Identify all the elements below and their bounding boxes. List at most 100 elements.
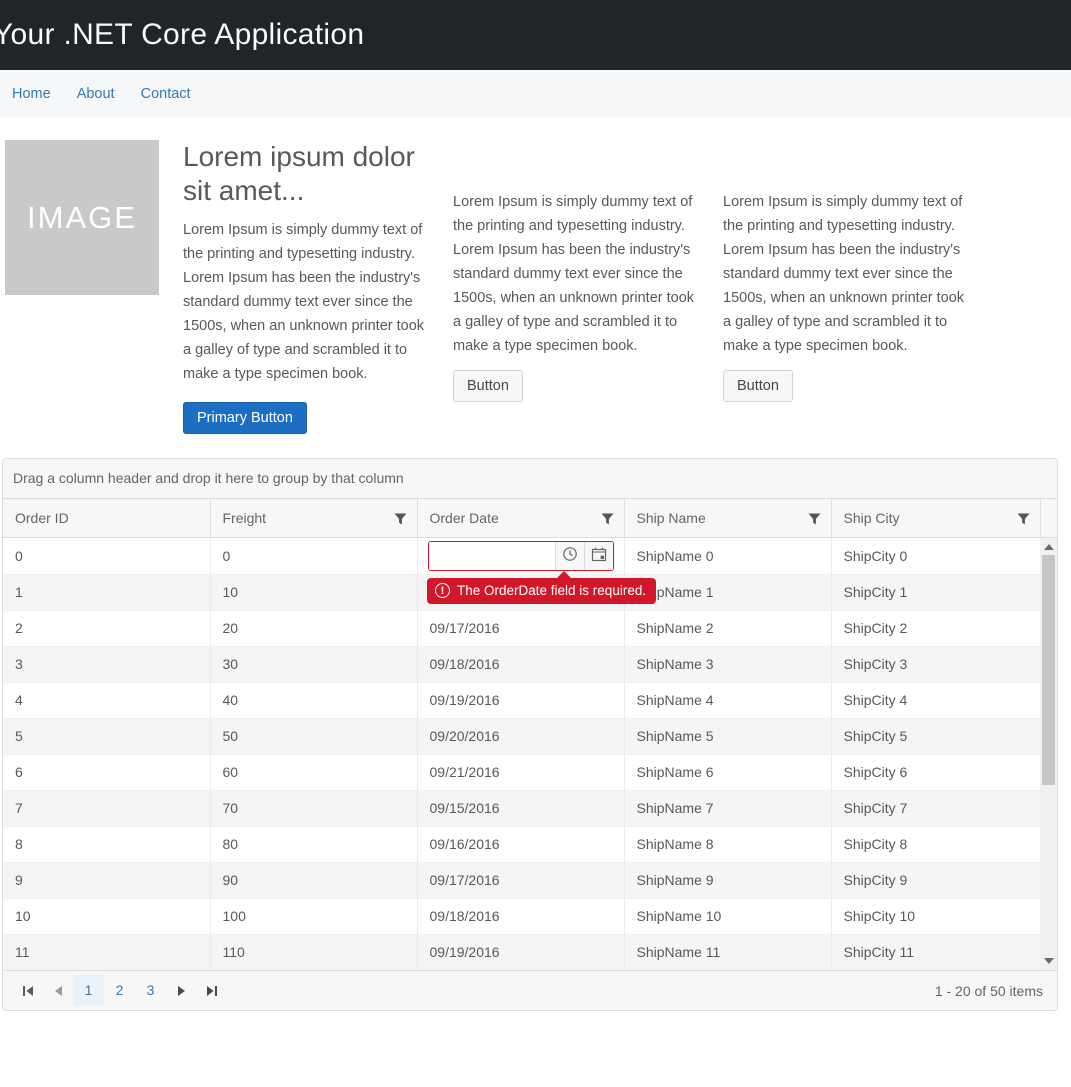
validation-message: The OrderDate field is required. (457, 583, 646, 598)
cell-ship-city: ShipCity 4 (831, 682, 1040, 718)
image-placeholder: IMAGE (5, 140, 159, 295)
vertical-scrollbar[interactable] (1040, 538, 1057, 970)
cell-order-id: 11 (3, 934, 210, 970)
cell-freight: 20 (210, 610, 417, 646)
cell-ship-city: ShipCity 9 (831, 862, 1040, 898)
nav-item-about[interactable]: About (77, 86, 115, 102)
cell-ship-name: ShipName 4 (624, 682, 831, 718)
column-header-order-id[interactable]: Order ID (3, 499, 210, 537)
cell-order-date: 09/15/2016 (417, 790, 624, 826)
cell-order-date: 09/19/2016 (417, 682, 624, 718)
cell-order-date: 09/17/2016 (417, 862, 624, 898)
next-page-button[interactable] (166, 976, 196, 1006)
previous-page-button[interactable] (43, 976, 73, 1006)
cell-ship-city: ShipCity 1 (831, 574, 1040, 610)
cell-ship-city: ShipCity 7 (831, 790, 1040, 826)
cell-order-id: 8 (3, 826, 210, 862)
cell-order-id: 6 (3, 754, 210, 790)
order-date-editor[interactable] (428, 541, 614, 571)
nav-item-contact[interactable]: Contact (141, 86, 191, 102)
cell-order-date: 09/21/2016 (417, 754, 624, 790)
filter-icon[interactable] (808, 512, 821, 528)
column-title: Ship Name (637, 510, 706, 526)
cell-freight: 80 (210, 826, 417, 862)
cell-order-date: 09/16/2016 (417, 826, 624, 862)
filter-icon[interactable] (394, 512, 407, 528)
cell-order-date: 09/18/2016 (417, 646, 624, 682)
cell-freight: 70 (210, 790, 417, 826)
cell-ship-city: ShipCity 11 (831, 934, 1040, 970)
cell-order-date: 09/18/2016 (417, 898, 624, 934)
filter-icon[interactable] (1017, 512, 1030, 528)
column-header-ship-name[interactable]: Ship Name (624, 499, 831, 537)
scrollbar-thumb[interactable] (1042, 555, 1055, 785)
column-header-freight[interactable]: Freight (210, 499, 417, 537)
cell-order-id: 10 (3, 898, 210, 934)
secondary-button[interactable]: Button (453, 370, 523, 402)
date-picker-button[interactable] (584, 542, 613, 570)
hero-paragraph: Lorem Ipsum is simply dummy text of the … (183, 218, 433, 386)
cell-ship-city: ShipCity 3 (831, 646, 1040, 682)
image-placeholder-label: IMAGE (27, 200, 137, 236)
cell-order-date[interactable] (417, 538, 624, 574)
grid-viewport: 00 ShipName 0ShipCity 0110ShipName 1Ship… (3, 538, 1057, 970)
cell-order-id: 2 (3, 610, 210, 646)
order-date-input[interactable] (429, 542, 555, 570)
table-row: 99009/17/2016ShipName 9ShipCity 9 (3, 862, 1040, 898)
cell-ship-name: ShipName 0 (624, 538, 831, 574)
cell-ship-name: ShipName 8 (624, 826, 831, 862)
scroll-up-icon[interactable] (1044, 544, 1054, 550)
last-page-button[interactable] (196, 976, 226, 1006)
cell-ship-name: ShipName 7 (624, 790, 831, 826)
app-header: Your .NET Core Application (0, 0, 1071, 70)
cell-order-id: 3 (3, 646, 210, 682)
grid-header: Order ID Freight Order Date Ship Name Sh… (3, 499, 1057, 538)
grid-pager: 1 2 3 1 - 20 of 50 items (3, 970, 1057, 1010)
cell-ship-name: ShipName 6 (624, 754, 831, 790)
cell-order-id: 1 (3, 574, 210, 610)
validation-tooltip: ! The OrderDate field is required. (427, 578, 656, 604)
primary-button[interactable]: Primary Button (183, 402, 307, 434)
cell-freight: 110 (210, 934, 417, 970)
page-button-2[interactable]: 2 (104, 975, 135, 1006)
hero-column-1: Lorem ipsum dolor sit amet... Lorem Ipsu… (183, 140, 433, 434)
grid-group-drop-area[interactable]: Drag a column header and drop it here to… (3, 459, 1057, 499)
cell-freight: 90 (210, 862, 417, 898)
filter-icon[interactable] (601, 512, 614, 528)
time-picker-button[interactable] (555, 542, 584, 570)
table-row: 22009/17/2016ShipName 2ShipCity 2 (3, 610, 1040, 646)
cell-order-id: 9 (3, 862, 210, 898)
scroll-down-icon[interactable] (1044, 958, 1054, 964)
cell-freight: 10 (210, 574, 417, 610)
cell-freight: 60 (210, 754, 417, 790)
cell-freight: 40 (210, 682, 417, 718)
cell-ship-name: ShipName 11 (624, 934, 831, 970)
cell-freight: 0 (210, 538, 417, 574)
cell-ship-city: ShipCity 0 (831, 538, 1040, 574)
hero-column-2: Lorem Ipsum is simply dummy text of the … (453, 140, 701, 434)
cell-order-id: 4 (3, 682, 210, 718)
table-row: 55009/20/2016ShipName 5ShipCity 5 (3, 718, 1040, 754)
cell-ship-city: ShipCity 5 (831, 718, 1040, 754)
cell-ship-name: ShipName 5 (624, 718, 831, 754)
cell-order-date: 09/20/2016 (417, 718, 624, 754)
cell-freight: 100 (210, 898, 417, 934)
page-button-3[interactable]: 3 (135, 975, 166, 1006)
first-page-button[interactable] (13, 976, 43, 1006)
app-title: Your .NET Core Application (0, 18, 364, 52)
table-row: 77009/15/2016ShipName 7ShipCity 7 (3, 790, 1040, 826)
tooltip-callout-arrow (557, 571, 571, 578)
column-header-filler (1040, 499, 1057, 537)
cell-ship-name: ShipName 9 (624, 862, 831, 898)
table-row: 1111009/19/2016ShipName 11ShipCity 11 (3, 934, 1040, 970)
clock-icon (562, 546, 578, 565)
nav-item-home[interactable]: Home (12, 86, 51, 102)
column-header-order-date[interactable]: Order Date (417, 499, 624, 537)
column-title: Freight (223, 510, 267, 526)
hero-section: IMAGE Lorem ipsum dolor sit amet... Lore… (5, 140, 1071, 434)
column-header-ship-city[interactable]: Ship City (831, 499, 1040, 537)
page-button-1[interactable]: 1 (73, 975, 104, 1006)
cell-ship-name: ShipName 10 (624, 898, 831, 934)
cell-order-date: 09/17/2016 (417, 610, 624, 646)
secondary-button[interactable]: Button (723, 370, 793, 402)
